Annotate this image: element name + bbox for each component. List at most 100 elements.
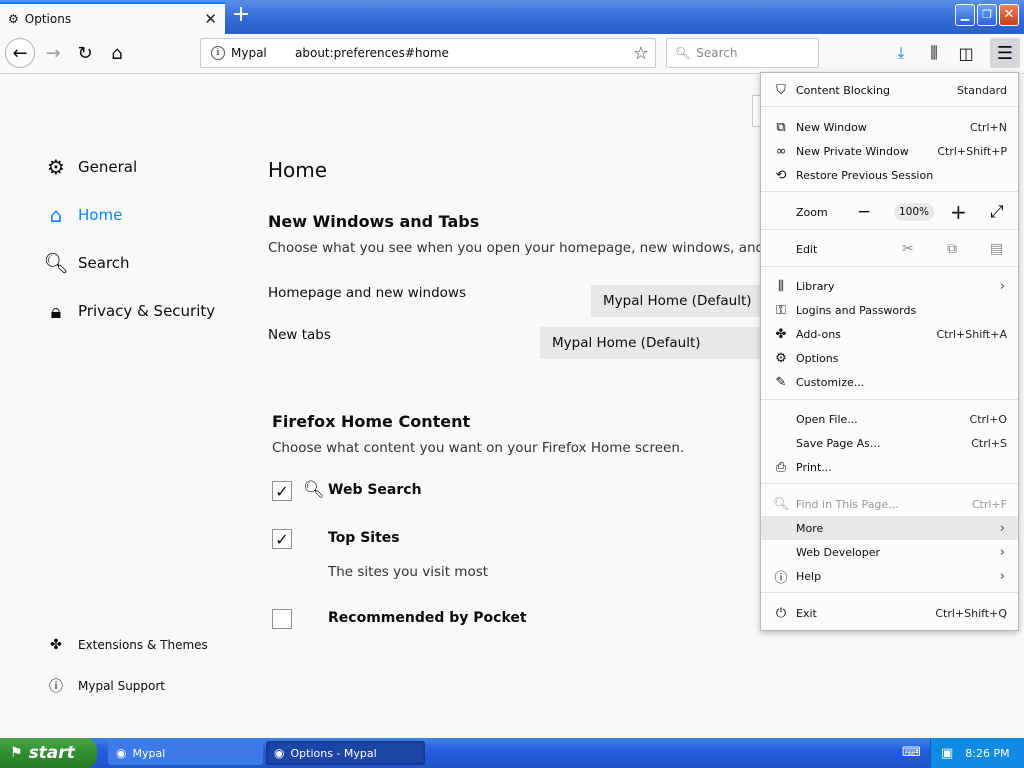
menu-item-help[interactable]: ⓘ Help › bbox=[761, 564, 1018, 588]
task-label: Options - Mypal bbox=[290, 746, 377, 760]
hamburger-icon: ☰ bbox=[996, 42, 1014, 64]
power-icon: ⏻ bbox=[775, 605, 787, 621]
menu-item-shortcut: Ctrl+Shift+A bbox=[936, 327, 1007, 341]
download-icon[interactable]: ⤓ bbox=[890, 42, 912, 64]
restore-button[interactable]: ❐ bbox=[977, 4, 997, 26]
page-title: Home bbox=[268, 158, 328, 182]
support-link[interactable]: ⓘ Mypal Support bbox=[48, 676, 165, 696]
menu-item-label: New Window bbox=[796, 120, 867, 134]
taskbar: ⚑ start ◉ Mypal ◉ Options - Mypal ⌨ ▣ 8:… bbox=[0, 738, 1024, 768]
reload-button[interactable]: ↻ bbox=[70, 38, 100, 68]
mypal-icon: ◉ bbox=[274, 746, 285, 760]
menu-item-web-developer[interactable]: Web Developer › bbox=[761, 540, 1018, 564]
category-search[interactable]: 🔍︎ Search bbox=[43, 251, 129, 275]
hamburger-menu-button[interactable]: ☰ bbox=[990, 38, 1020, 68]
menu-item-save-page[interactable]: Save Page As... Ctrl+S bbox=[761, 431, 1018, 455]
brush-icon: ✎ bbox=[775, 374, 787, 390]
zoom-in-icon[interactable]: + bbox=[950, 200, 967, 224]
clock: 8:26 PM bbox=[965, 746, 1010, 760]
close-window-button[interactable]: ✕ bbox=[999, 4, 1019, 26]
url-text[interactable]: about:preferences#home bbox=[295, 46, 633, 60]
newtabs-dropdown[interactable]: Mypal Home (Default) bbox=[540, 327, 766, 359]
menu-item-find[interactable]: 🔍︎ Find in This Page... Ctrl+F bbox=[761, 492, 1018, 516]
search-input[interactable]: 🔍︎ Search bbox=[666, 38, 819, 68]
taskbar-item-mypal[interactable]: ◉ Mypal bbox=[108, 741, 263, 765]
tab-close-button[interactable]: ✕ bbox=[204, 10, 217, 28]
menu-item-label: Content Blocking bbox=[796, 83, 891, 97]
menu-item-more[interactable]: More › bbox=[761, 516, 1018, 540]
info-icon[interactable]: i bbox=[211, 46, 225, 60]
menu-item-options[interactable]: ⚙ Options bbox=[761, 346, 1018, 370]
tab-options[interactable]: ⚙ Options ✕ bbox=[0, 2, 225, 34]
back-button[interactable]: ← bbox=[5, 38, 35, 68]
menu-item-open-file[interactable]: Open File... Ctrl+O bbox=[761, 407, 1018, 431]
footer-link-label: Mypal Support bbox=[78, 679, 166, 693]
top-sites-checkbox[interactable]: ✓ bbox=[272, 529, 292, 549]
search-placeholder: Search bbox=[696, 46, 738, 60]
menu-item-restore-session[interactable]: ⟲ Restore Previous Session bbox=[761, 163, 1018, 187]
category-privacy[interactable]: 🔒︎ Privacy & Security bbox=[44, 299, 215, 323]
minimize-button[interactable]: ▁ bbox=[955, 4, 975, 26]
section-description: Choose what content you want on your Fir… bbox=[272, 440, 685, 456]
homepage-dropdown[interactable]: Mypal Home (Default) bbox=[591, 285, 766, 317]
home-button[interactable]: ⌂ bbox=[102, 38, 132, 68]
menu-item-library[interactable]: ⫼ Library › bbox=[761, 274, 1018, 298]
copy-icon[interactable]: ⧉ bbox=[947, 241, 957, 257]
menu-item-logins[interactable]: ⚿ Logins and Passwords bbox=[761, 298, 1018, 322]
pocket-checkbox[interactable] bbox=[272, 609, 292, 629]
shield-icon: ⛉ bbox=[776, 82, 786, 98]
pocket-label: Recommended by Pocket bbox=[328, 610, 527, 626]
start-button[interactable]: ⚑ start bbox=[0, 738, 97, 768]
menu-item-addons[interactable]: ✤ Add-ons Ctrl+Shift+A bbox=[761, 322, 1018, 346]
footer-link-label: Extensions & Themes bbox=[78, 638, 208, 652]
menu-item-content-blocking[interactable]: ⛉ Content Blocking Standard bbox=[761, 78, 1018, 102]
checkmark-icon: ✓ bbox=[275, 529, 289, 549]
menu-item-new-private-window[interactable]: ∞ New Private Window Ctrl+Shift+P bbox=[761, 139, 1018, 163]
menu-separator bbox=[761, 229, 1018, 230]
chevron-right-icon: › bbox=[999, 544, 1005, 560]
gear-icon: ⚙ bbox=[8, 12, 19, 26]
menu-item-label: Save Page As... bbox=[796, 436, 881, 450]
bookmark-star-icon[interactable]: ☆ bbox=[633, 43, 649, 64]
new-tab-button[interactable]: + bbox=[229, 4, 253, 27]
menu-item-label: Print... bbox=[796, 460, 832, 474]
identity-label: Mypal bbox=[231, 46, 267, 60]
forward-button[interactable]: → bbox=[38, 38, 68, 68]
help-icon: ⓘ bbox=[774, 570, 788, 586]
zoom-out-icon[interactable]: − bbox=[857, 202, 871, 222]
menu-item-shortcut: Ctrl+Shift+Q bbox=[935, 606, 1007, 620]
url-bar[interactable]: i Mypal about:preferences#home ☆ bbox=[200, 38, 656, 68]
cut-icon[interactable]: ✂ bbox=[902, 241, 914, 257]
library-icon[interactable]: ⫼ bbox=[923, 42, 945, 64]
menu-item-print[interactable]: ⎙ Print... bbox=[761, 455, 1018, 479]
section-description: Choose what you see when you open your h… bbox=[268, 240, 806, 256]
search-icon: 🔍︎ bbox=[303, 480, 325, 500]
extensions-themes-link[interactable]: ✤ Extensions & Themes bbox=[48, 637, 208, 653]
paste-icon[interactable]: ▤ bbox=[990, 241, 1003, 257]
menu-item-new-window[interactable]: ⧉ New Window Ctrl+N bbox=[761, 115, 1018, 139]
web-search-checkbox[interactable]: ✓ bbox=[272, 481, 292, 501]
menu-separator bbox=[761, 399, 1018, 400]
help-icon: ⓘ bbox=[49, 679, 63, 695]
taskbar-item-options[interactable]: ◉ Options - Mypal bbox=[266, 741, 425, 765]
menu-item-customize[interactable]: ✎ Customize... bbox=[761, 370, 1018, 394]
section-title: Firefox Home Content bbox=[272, 412, 471, 431]
menu-separator bbox=[761, 483, 1018, 484]
category-home[interactable]: ⌂ Home bbox=[44, 203, 123, 227]
menu-item-exit[interactable]: ⏻ Exit Ctrl+Shift+Q bbox=[761, 601, 1018, 625]
search-icon: 🔍︎ bbox=[773, 496, 790, 512]
category-general[interactable]: ⚙ General bbox=[44, 155, 137, 179]
sidebar-icon[interactable]: ◫ bbox=[955, 42, 977, 64]
forward-arrow-icon: → bbox=[45, 42, 61, 64]
menu-item-value: Standard bbox=[956, 83, 1007, 97]
edit-label: Edit bbox=[796, 242, 818, 256]
fullscreen-icon[interactable]: ⤢ bbox=[990, 202, 1004, 222]
mypal-icon: ◉ bbox=[116, 746, 127, 760]
network-icon[interactable]: ▣ bbox=[941, 746, 953, 761]
keyboard-icon[interactable]: ⌨ bbox=[902, 745, 921, 760]
mask-icon: ∞ bbox=[775, 143, 787, 159]
key-icon: ⚿ bbox=[776, 302, 786, 318]
category-label: General bbox=[78, 158, 138, 176]
menu-item-label: Logins and Passwords bbox=[796, 303, 917, 317]
zoom-reset-button[interactable]: 100% bbox=[894, 203, 934, 221]
